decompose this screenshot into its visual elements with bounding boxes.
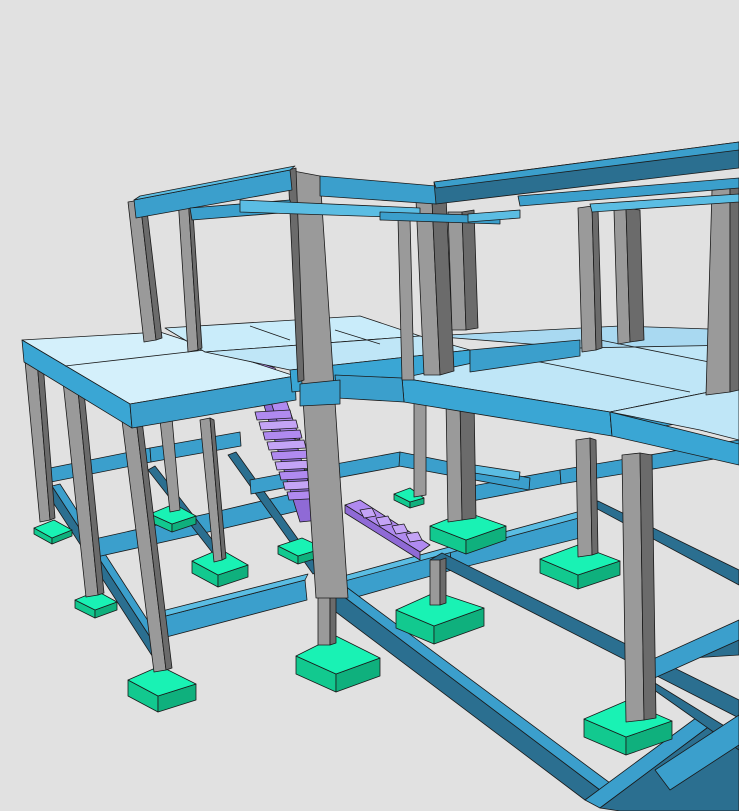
beam (467, 209, 521, 223)
beam (299, 379, 341, 407)
column (159, 417, 181, 513)
column (577, 205, 603, 353)
model-viewport[interactable] (0, 0, 739, 811)
structural-3d-scene[interactable] (0, 0, 739, 811)
footing (127, 665, 197, 713)
column (429, 557, 447, 606)
column (621, 452, 657, 723)
column (445, 397, 477, 523)
column (575, 437, 599, 558)
column (127, 199, 163, 343)
beam (334, 374, 405, 403)
column (613, 207, 645, 345)
column (705, 183, 739, 396)
column (447, 209, 479, 331)
beam (319, 175, 437, 205)
column (317, 592, 337, 646)
footing (295, 635, 381, 693)
